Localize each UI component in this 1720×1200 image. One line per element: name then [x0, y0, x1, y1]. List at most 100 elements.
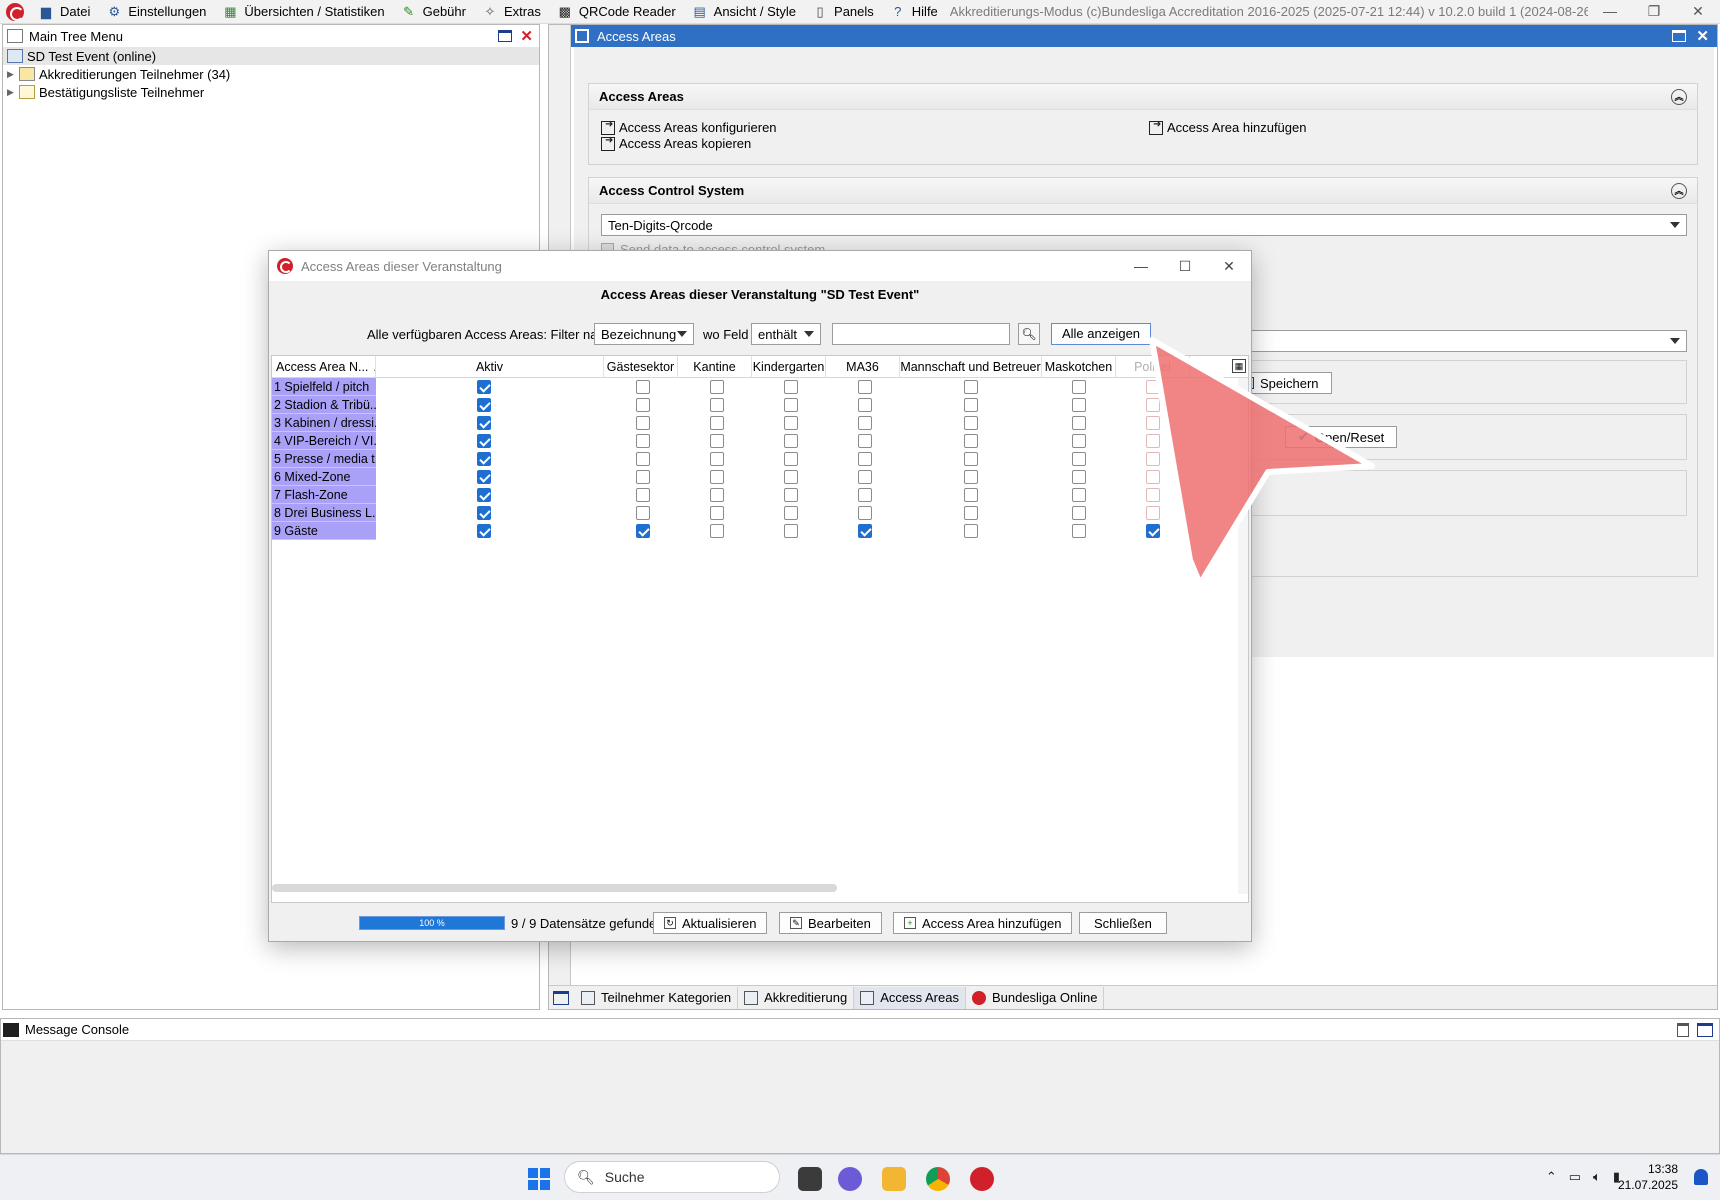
checkbox-ma36[interactable] — [858, 524, 872, 538]
checkbox-kindergarten[interactable] — [784, 524, 798, 538]
checkbox-polizei[interactable] — [1146, 380, 1160, 394]
checkbox-kindergarten[interactable] — [784, 470, 798, 484]
checkbox-polizei[interactable] — [1146, 470, 1160, 484]
checkbox-maskotchen[interactable] — [1072, 416, 1086, 430]
checkbox-mannschaft-und-betreuer[interactable] — [964, 506, 978, 520]
access-area-name-cell[interactable]: 6 Mixed-Zone — [272, 468, 376, 486]
checkbox-aktiv[interactable] — [477, 380, 491, 394]
checkbox-maskotchen[interactable] — [1072, 398, 1086, 412]
checkbox-gästesektor[interactable] — [636, 416, 650, 430]
table-row[interactable]: 7 Flash-Zone — [272, 486, 1248, 504]
checkbox-ma36[interactable] — [858, 488, 872, 502]
checkbox-mannschaft-und-betreuer[interactable] — [964, 524, 978, 538]
checkbox-maskotchen[interactable] — [1072, 470, 1086, 484]
tab-bundesliga-online[interactable]: Bundesliga Online — [966, 986, 1105, 1009]
filter-search-input[interactable] — [832, 323, 1010, 345]
minimize-icon[interactable]: — — [1119, 258, 1163, 274]
access-area-name-cell[interactable]: 3 Kabinen / dressi... — [272, 414, 376, 432]
access-area-name-cell[interactable]: 5 Presse / media t... — [272, 450, 376, 468]
checkbox-maskotchen[interactable] — [1072, 452, 1086, 466]
taskbar-app-chat-icon[interactable] — [838, 1167, 862, 1191]
search-button[interactable]: 🔍︎ — [1018, 323, 1040, 345]
checkbox-kantine[interactable] — [710, 506, 724, 520]
add-access-area-button[interactable]: + Access Area hinzufügen — [893, 912, 1073, 934]
column-header-polizei[interactable]: Polizei — [1116, 356, 1190, 378]
maximize-icon[interactable] — [1672, 30, 1687, 42]
horizontal-scrollbar[interactable] — [272, 884, 837, 892]
taskbar-clock[interactable]: 13:38 21.07.2025 — [1618, 1161, 1678, 1193]
column-header-ma36[interactable]: MA36 — [826, 356, 900, 378]
access-area-name-cell[interactable]: 9 Gäste — [272, 522, 376, 540]
checkbox-gästesektor[interactable] — [636, 470, 650, 484]
add-access-area-link[interactable]: Access Area hinzufügen — [1149, 119, 1306, 135]
checkbox-maskotchen[interactable] — [1072, 488, 1086, 502]
checkbox-kantine[interactable] — [710, 434, 724, 448]
checkbox-polizei[interactable] — [1146, 488, 1160, 502]
menu-datei[interactable]: ▆ Datei — [30, 0, 98, 24]
close-button[interactable]: Schließen — [1079, 912, 1167, 934]
checkbox-kantine[interactable] — [710, 380, 724, 394]
checkbox-gästesektor[interactable] — [636, 380, 650, 394]
checkbox-kindergarten[interactable] — [784, 434, 798, 448]
tab-teilnehmer-kategorien[interactable]: Teilnehmer Kategorien — [575, 986, 739, 1009]
open-reset-button[interactable]: ✔ Open/Reset — [1285, 426, 1398, 448]
close-icon[interactable]: ✕ — [520, 27, 533, 45]
checkbox-gästesektor[interactable] — [636, 506, 650, 520]
checkbox-mannschaft-und-betreuer[interactable] — [964, 452, 978, 466]
checkbox-polizei[interactable] — [1146, 452, 1160, 466]
checkbox-aktiv[interactable] — [477, 488, 491, 502]
checkbox-maskotchen[interactable] — [1072, 506, 1086, 520]
access-area-name-cell[interactable]: 7 Flash-Zone — [272, 486, 376, 504]
edit-button[interactable]: ✎ Bearbeiten — [779, 912, 882, 934]
table-row[interactable]: 9 Gäste — [272, 522, 1248, 540]
access-area-name-cell[interactable]: 4 VIP-Bereich / VI... — [272, 432, 376, 450]
checkbox-mannschaft-und-betreuer[interactable] — [964, 398, 978, 412]
checkbox-kindergarten[interactable] — [784, 488, 798, 502]
tab-akkreditierung[interactable]: Akkreditierung — [738, 986, 855, 1009]
checkbox-kantine[interactable] — [710, 488, 724, 502]
access-area-name-cell[interactable]: 8 Drei Business L... — [272, 504, 376, 522]
checkbox-ma36[interactable] — [858, 398, 872, 412]
checkbox-mannschaft-und-betreuer[interactable] — [964, 434, 978, 448]
menu-ansicht[interactable]: ▤ Ansicht / Style — [684, 0, 804, 24]
taskbar-app-explorer-icon[interactable] — [882, 1167, 906, 1191]
menu-gebuehr[interactable]: ✎ Gebühr — [393, 0, 474, 24]
maximize-icon[interactable]: ☐ — [1163, 258, 1207, 275]
menu-hilfe[interactable]: ? Hilfe — [882, 0, 946, 24]
column-header-name[interactable]: Access Area N...▲ — [272, 356, 376, 378]
show-all-button[interactable]: Alle anzeigen — [1051, 323, 1151, 345]
windows-start-icon[interactable] — [528, 1168, 550, 1190]
taskbar-app-terminal-icon[interactable] — [798, 1167, 822, 1191]
checkbox-maskotchen[interactable] — [1072, 380, 1086, 394]
table-row[interactable]: 4 VIP-Bereich / VI... — [272, 432, 1248, 450]
checkbox-ma36[interactable] — [858, 380, 872, 394]
collapse-icon[interactable]: ︽ — [1671, 88, 1687, 105]
column-header-kindergarten[interactable]: Kindergarten — [752, 356, 826, 378]
menu-einstellungen[interactable]: ⚙ Einstellungen — [98, 0, 214, 24]
checkbox-kantine[interactable] — [710, 470, 724, 484]
maximize-icon[interactable] — [498, 30, 513, 42]
column-header-maskotchen[interactable]: Maskotchen — [1042, 356, 1116, 378]
checkbox-aktiv[interactable] — [477, 452, 491, 466]
checkbox-gästesektor[interactable] — [636, 488, 650, 502]
close-icon[interactable]: ✕ — [1676, 3, 1720, 20]
checkbox-kindergarten[interactable] — [784, 380, 798, 394]
checkbox-gästesektor[interactable] — [636, 524, 650, 538]
menu-qrcode[interactable]: ▩ QRCode Reader — [549, 0, 684, 24]
checkbox-aktiv[interactable] — [477, 506, 491, 520]
checkbox-kantine[interactable] — [710, 524, 724, 538]
column-header-gaestesektor[interactable]: Gästesektor — [604, 356, 678, 378]
configure-access-areas-link[interactable]: Access Areas konfigurieren — [601, 119, 777, 135]
expand-icon[interactable]: ▶ — [7, 87, 19, 98]
checkbox-polizei[interactable] — [1146, 434, 1160, 448]
restore-icon[interactable]: ❐ — [1632, 3, 1676, 20]
checkbox-aktiv[interactable] — [477, 470, 491, 484]
tree-item-event[interactable]: SD Test Event (online) — [3, 47, 539, 65]
minimize-icon[interactable]: — — [1588, 3, 1632, 20]
volume-icon[interactable]: 🔈︎ — [1593, 1169, 1601, 1185]
checkbox-maskotchen[interactable] — [1072, 434, 1086, 448]
checkbox-mannschaft-und-betreuer[interactable] — [964, 470, 978, 484]
table-row[interactable]: 8 Drei Business L... — [272, 504, 1248, 522]
checkbox-kantine[interactable] — [710, 452, 724, 466]
checkbox-aktiv[interactable] — [477, 398, 491, 412]
